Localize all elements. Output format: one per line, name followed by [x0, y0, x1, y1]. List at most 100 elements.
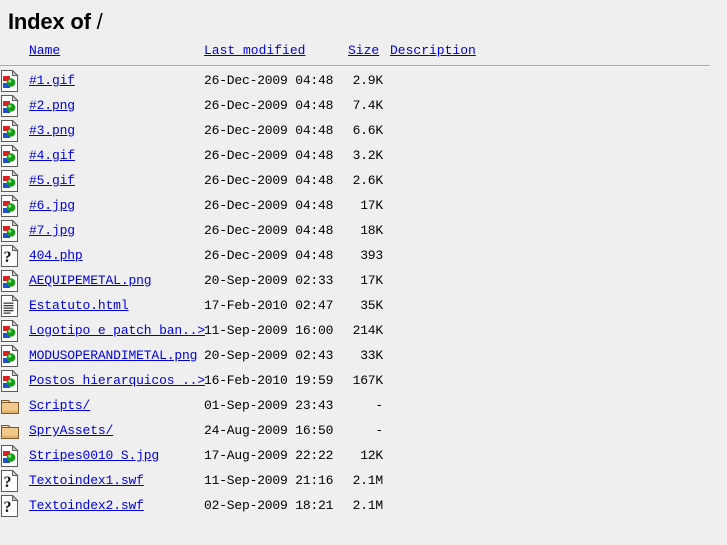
file-icon-cell [0, 118, 29, 143]
column-header-size: Size [348, 35, 390, 63]
file-name-cell: SpryAssets/ [29, 418, 204, 443]
file-description [390, 368, 719, 393]
column-header-description: Description [390, 35, 719, 63]
file-name-cell: AEQUIPEMETAL.png [29, 268, 204, 293]
image-file-icon [0, 218, 29, 243]
file-size: 35K [360, 298, 383, 313]
file-name-cell: #4.gif [29, 143, 204, 168]
unknown-file-icon: ? [0, 493, 29, 518]
file-description [390, 343, 719, 368]
file-description [390, 118, 719, 143]
table-row: Postos hierarquicos ..> 16-Feb-2010 19:59… [0, 368, 719, 393]
file-name-link[interactable]: #4.gif [29, 148, 75, 163]
horizontal-rule [0, 64, 710, 67]
image-file-icon [0, 443, 29, 468]
sort-by-size-link[interactable]: Size [348, 43, 379, 58]
file-size: 12K [360, 448, 383, 463]
file-icon-cell: ? [0, 493, 29, 518]
file-icon-cell [0, 68, 29, 93]
table-row: MODUSOPERANDIMETAL.png 20-Sep-2009 02:43 3… [0, 343, 719, 368]
sort-by-description-link[interactable]: Description [390, 43, 476, 58]
file-name-link[interactable]: #7.jpg [29, 223, 75, 238]
file-last-modified: 26-Dec-2009 04:48 [204, 73, 334, 88]
file-size: - [375, 398, 383, 413]
image-file-icon [0, 368, 29, 393]
file-icon-cell [0, 343, 29, 368]
table-row: ? 404.php 26-Dec-2009 04:48 393 [0, 243, 719, 268]
file-name-link[interactable]: #3.png [29, 123, 75, 138]
file-icon-cell [0, 168, 29, 193]
file-name-link[interactable]: Stripes0010 S.jpg [29, 448, 159, 463]
file-description [390, 218, 719, 243]
table-row: #7.jpg 26-Dec-2009 04:48 18K [0, 218, 719, 243]
file-size: 6.6K [352, 123, 384, 138]
file-name-link[interactable]: AEQUIPEMETAL.png [29, 273, 152, 288]
file-size: 17K [360, 198, 383, 213]
file-last-modified: 02-Sep-2009 18:21 [204, 498, 334, 513]
file-icon-cell [0, 143, 29, 168]
file-name-cell: Logotipo e patch ban..> [29, 318, 205, 343]
file-listing-table: Name Last modified Size Description #1.g… [0, 35, 719, 518]
sort-by-date-link[interactable]: Last modified [204, 43, 305, 58]
file-name-link[interactable]: #2.png [29, 98, 75, 113]
file-description [390, 418, 719, 443]
file-size: 393 [360, 248, 383, 263]
page-title: Index of / [0, 0, 727, 35]
file-size: 33K [360, 348, 383, 363]
file-description [390, 468, 719, 493]
image-file-icon [0, 93, 29, 118]
image-file-icon [0, 68, 29, 93]
file-name-link[interactable]: Scripts/ [29, 398, 90, 413]
table-row: AEQUIPEMETAL.png 20-Sep-2009 02:33 17K [0, 268, 719, 293]
file-last-modified: 16-Feb-2010 19:59 [204, 373, 334, 388]
file-name-link[interactable]: #5.gif [29, 173, 75, 188]
file-icon-cell [0, 418, 29, 443]
file-name-link[interactable]: #6.jpg [29, 198, 75, 213]
file-icon-cell [0, 293, 29, 318]
file-size: 214K [352, 323, 384, 338]
file-last-modified: 20-Sep-2009 02:33 [204, 273, 334, 288]
file-name-link[interactable]: Logotipo e patch ban..> [29, 323, 205, 338]
table-row: #4.gif 26-Dec-2009 04:48 3.2K [0, 143, 719, 168]
file-last-modified: 26-Dec-2009 04:48 [204, 248, 334, 263]
sort-by-name-link[interactable]: Name [29, 43, 60, 58]
table-row: Stripes0010 S.jpg 17-Aug-2009 22:22 12K [0, 443, 719, 468]
file-description [390, 393, 719, 418]
file-icon-cell [0, 93, 29, 118]
table-row: #2.png 26-Dec-2009 04:48 7.4K [0, 93, 719, 118]
file-name-cell: #7.jpg [29, 218, 204, 243]
file-description [390, 193, 719, 218]
table-row: #5.gif 26-Dec-2009 04:48 2.6K [0, 168, 719, 193]
file-last-modified: 11-Sep-2009 21:16 [204, 473, 334, 488]
file-size: 17K [360, 273, 383, 288]
text-file-icon [0, 293, 29, 318]
file-description [390, 143, 719, 168]
file-last-modified: 26-Dec-2009 04:48 [204, 198, 334, 213]
file-name-link[interactable]: Estatuto.html [29, 298, 129, 313]
file-name-link[interactable]: Textoindex1.swf [29, 473, 144, 488]
table-row: ? Textoindex1.swf 11-Sep-2009 21:16 2.1M [0, 468, 719, 493]
file-last-modified: 26-Dec-2009 04:48 [204, 173, 334, 188]
file-name-cell: MODUSOPERANDIMETAL.png [29, 343, 204, 368]
file-name-cell: Scripts/ [29, 393, 204, 418]
file-last-modified: 17-Aug-2009 22:22 [204, 448, 334, 463]
file-name-cell: Textoindex2.swf [29, 493, 204, 518]
svg-text:?: ? [4, 474, 12, 491]
table-row: #1.gif 26-Dec-2009 04:48 2.9K [0, 68, 719, 93]
file-last-modified: 01-Sep-2009 23:43 [204, 398, 334, 413]
file-description [390, 493, 719, 518]
unknown-file-icon: ? [0, 468, 29, 493]
file-name-link[interactable]: Textoindex2.swf [29, 498, 144, 513]
file-name-link[interactable]: 404.php [29, 248, 83, 263]
file-name-link[interactable]: MODUSOPERANDIMETAL.png [29, 348, 197, 363]
file-description [390, 318, 719, 343]
file-description [390, 293, 719, 318]
image-file-icon [0, 343, 29, 368]
table-row: #3.png 26-Dec-2009 04:48 6.6K [0, 118, 719, 143]
file-icon-cell [0, 393, 29, 418]
file-name-link[interactable]: #1.gif [29, 73, 75, 88]
file-name-link[interactable]: Postos hierarquicos ..> [29, 373, 205, 388]
file-name-link[interactable]: SpryAssets/ [29, 423, 113, 438]
file-size: 2.6K [352, 173, 384, 188]
image-file-icon [0, 193, 29, 218]
